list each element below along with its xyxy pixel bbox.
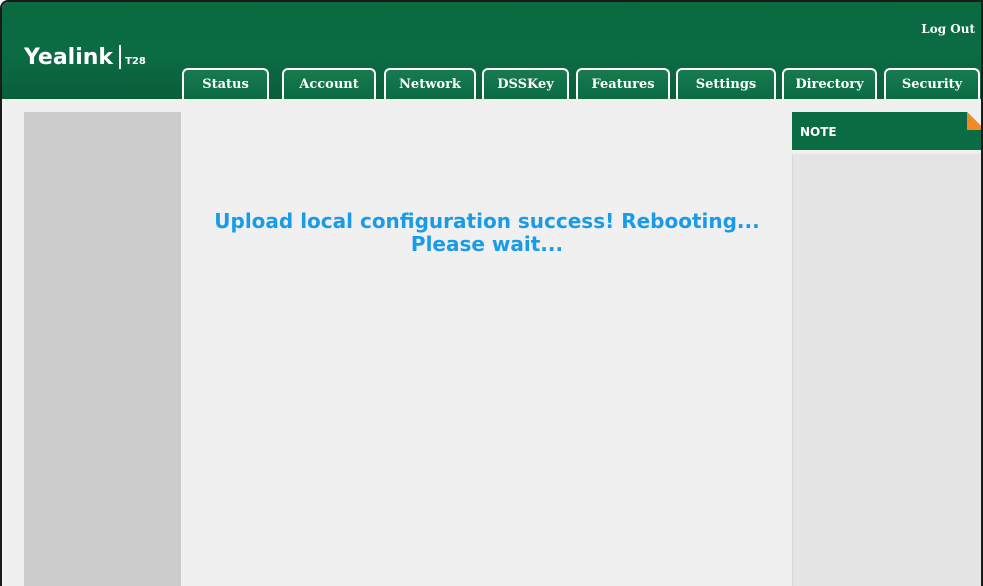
note-panel: NOTE — [792, 112, 981, 586]
content-panel: Upload local configuration success! Rebo… — [188, 112, 786, 586]
tab-features[interactable]: Features — [576, 68, 670, 99]
status-message: Upload local configuration success! Rebo… — [188, 210, 786, 256]
yealink-logo: Yealink T28 — [24, 42, 146, 72]
tab-directory[interactable]: Directory — [782, 68, 877, 99]
main-area: Upload local configuration success! Rebo… — [2, 99, 981, 586]
tab-status[interactable]: Status — [182, 68, 269, 99]
tab-account[interactable]: Account — [282, 68, 376, 99]
left-sidebar — [24, 112, 181, 586]
note-title: NOTE — [800, 125, 837, 139]
logout-link[interactable]: Log Out — [921, 22, 975, 36]
status-message-line-1: Upload local configuration success! Rebo… — [214, 209, 760, 233]
logo-model-label: T28 — [125, 55, 146, 67]
browser-page-frame: Yealink T28 Log Out Status Account Netwo… — [0, 0, 983, 586]
logo-divider — [119, 45, 122, 69]
status-message-line-2: Please wait... — [410, 232, 564, 256]
note-corner-fold-icon — [967, 112, 981, 130]
tab-dsskey[interactable]: DSSKey — [482, 68, 569, 99]
logo-wordmark: Yealink — [24, 44, 114, 70]
tab-settings[interactable]: Settings — [676, 68, 776, 99]
top-header: Yealink T28 Log Out Status Account Netwo… — [2, 2, 981, 99]
tab-network[interactable]: Network — [384, 68, 476, 99]
tab-security[interactable]: Security — [884, 68, 980, 99]
note-header: NOTE — [792, 112, 981, 150]
note-body — [792, 154, 981, 586]
